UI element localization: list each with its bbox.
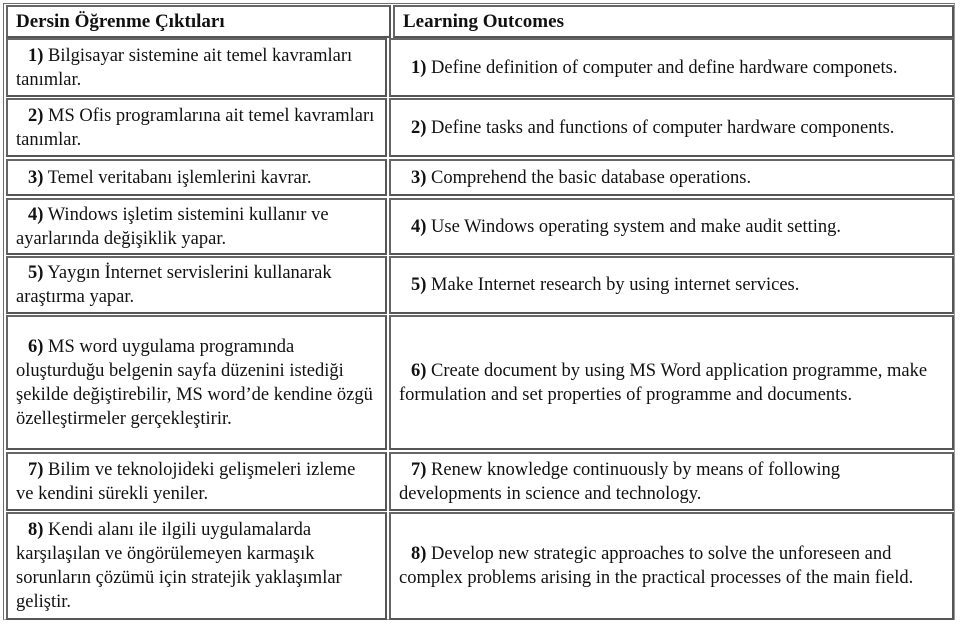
outcome-number: 3): [411, 167, 427, 188]
outcome-cell-tr: 6) MS word uygulama programında oluşturd…: [6, 315, 387, 450]
outcome-description: Yaygın İnternet servislerini kullanarak …: [16, 263, 332, 307]
outcome-description: MS Ofis programlarına ait temel kavramla…: [16, 105, 375, 150]
outcome-description: Define definition of computer and define…: [426, 57, 898, 78]
outcome-number: 5): [28, 263, 44, 283]
outcome-text-tr: 8) Kendi alanı ile ilgili uygulamalarda …: [16, 518, 377, 614]
outcome-text-tr: 2) MS Ofis programlarına ait temel kavra…: [16, 104, 377, 152]
outcome-text-tr: 4) Windows işletim sistemini kullanır ve…: [16, 203, 377, 251]
header-turkish-label: Dersin Öğrenme Çıktıları: [16, 10, 225, 32]
outcome-number: 2): [411, 117, 427, 138]
outcome-cell-en: 5) Make Internet research by using inter…: [389, 256, 954, 314]
outcome-number: 3): [28, 167, 44, 188]
outcome-cell-en: 3) Comprehend the basic database operati…: [389, 159, 954, 196]
outcome-description: Comprehend the basic database operations…: [426, 167, 752, 188]
outcome-text-en: 8) Develop new strategic approaches to s…: [399, 542, 944, 590]
outcome-cell-tr: 7) Bilim ve teknolojideki gelişmeleri iz…: [6, 452, 387, 511]
outcome-cell-en: 4) Use Windows operating system and make…: [389, 198, 954, 255]
outcome-number: 4): [411, 216, 427, 237]
outcome-cell-en: 8) Develop new strategic approaches to s…: [389, 512, 954, 620]
outcome-text-en: 2) Define tasks and functions of compute…: [399, 116, 944, 140]
outcome-description: Make Internet research by using internet…: [426, 275, 800, 295]
outcome-cell-en: 6) Create document by using MS Word appl…: [389, 315, 954, 450]
outcome-cell-tr: 1) Bilgisayar sistemine ait temel kavram…: [6, 38, 387, 97]
outcome-text-en: 6) Create document by using MS Word appl…: [399, 359, 944, 407]
outcome-number: 8): [28, 520, 44, 540]
outcome-description: MS word uygulama programında oluşturduğu…: [16, 336, 373, 429]
outcome-number: 4): [28, 204, 44, 225]
outcome-cell-en: 1) Define definition of computer and def…: [389, 38, 954, 97]
outcome-number: 5): [411, 275, 427, 295]
header-english-label: Learning Outcomes: [403, 10, 564, 32]
outcome-text-en: 7) Renew knowledge continuously by means…: [399, 458, 944, 506]
outcome-cell-en: 2) Define tasks and functions of compute…: [389, 98, 954, 157]
outcome-text-en: 3) Comprehend the basic database operati…: [399, 166, 944, 190]
outcome-number: 7): [28, 459, 44, 480]
outcome-description: Kendi alanı ile ilgili uygulamalarda kar…: [16, 520, 342, 612]
outcome-cell-en: 7) Renew knowledge continuously by means…: [389, 452, 954, 511]
outcome-description: Create document by using MS Word applica…: [399, 360, 928, 405]
outcome-text-en: 4) Use Windows operating system and make…: [399, 215, 944, 239]
header-english: Learning Outcomes: [393, 5, 954, 38]
outcome-text-en: 1) Define definition of computer and def…: [399, 56, 944, 80]
outcome-text-tr: 6) MS word uygulama programında oluşturd…: [16, 335, 377, 431]
outcome-description: Define tasks and functions of computer h…: [426, 117, 895, 138]
outcome-description: Develop new strategic approaches to solv…: [399, 544, 914, 588]
outcome-text-tr: 5) Yaygın İnternet servislerini kullanar…: [16, 261, 377, 309]
outcome-cell-tr: 2) MS Ofis programlarına ait temel kavra…: [6, 98, 387, 157]
outcome-text-tr: 3) Temel veritabanı işlemlerini kavrar.: [16, 166, 377, 190]
outcome-text-en: 5) Make Internet research by using inter…: [399, 273, 944, 297]
outcome-text-tr: 1) Bilgisayar sistemine ait temel kavram…: [16, 44, 377, 92]
outcome-description: Use Windows operating system and make au…: [426, 216, 842, 237]
outcome-number: 8): [411, 544, 427, 564]
outcome-number: 1): [28, 45, 44, 66]
outcome-description: Bilgisayar sistemine ait temel kavramlar…: [16, 45, 353, 90]
outcome-cell-tr: 5) Yaygın İnternet servislerini kullanar…: [6, 256, 387, 314]
outcome-cell-tr: 4) Windows işletim sistemini kullanır ve…: [6, 198, 387, 255]
outcome-cell-tr: 3) Temel veritabanı işlemlerini kavrar.: [6, 159, 387, 196]
outcome-number: 6): [28, 336, 44, 357]
outcome-description: Windows işletim sistemini kullanır ve ay…: [16, 204, 329, 249]
outcome-number: 2): [28, 105, 44, 126]
outcome-number: 1): [411, 57, 427, 78]
outcome-text-tr: 7) Bilim ve teknolojideki gelişmeleri iz…: [16, 458, 377, 506]
outcome-description: Temel veritabanı işlemlerini kavrar.: [43, 167, 312, 188]
outcome-description: Bilim ve teknolojideki gelişmeleri izlem…: [16, 459, 356, 504]
outcome-number: 7): [411, 459, 427, 480]
outcome-cell-tr: 8) Kendi alanı ile ilgili uygulamalarda …: [6, 512, 387, 620]
header-turkish: Dersin Öğrenme Çıktıları: [6, 5, 391, 38]
outcome-description: Renew knowledge continuously by means of…: [399, 459, 841, 504]
outcome-number: 6): [411, 360, 427, 381]
